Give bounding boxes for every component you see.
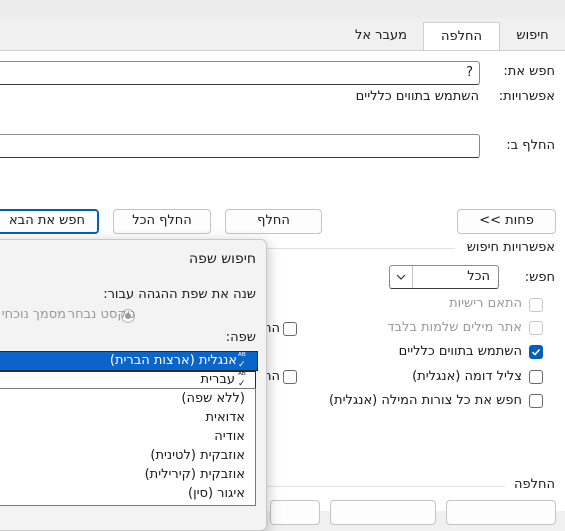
- checkmark-icon: [531, 348, 541, 356]
- tab-goto[interactable]: מעבר אל: [342, 22, 420, 50]
- wildcards-label: השתמש בתווים כלליים: [398, 344, 522, 359]
- language-list[interactable]: (ללא שפה) אדואית אודיה אוזבקית (לטינית) …: [0, 388, 256, 506]
- whole-words-label: אתר מילים שלמות בלבד: [387, 320, 522, 335]
- search-direction-value: הכל: [467, 269, 490, 284]
- list-item[interactable]: אוזבקית (קירילית): [0, 465, 255, 484]
- tab-replace[interactable]: החלפה: [423, 22, 500, 53]
- special-button[interactable]: [330, 500, 436, 525]
- replace-with-input[interactable]: [0, 134, 480, 158]
- replace-section-divider: [265, 486, 505, 487]
- wildcards-checkbox[interactable]: [529, 345, 543, 359]
- partial-checkbox-2[interactable]: [283, 370, 297, 384]
- match-case-label: התאם רישיות: [449, 296, 522, 311]
- language-dialog: חיפוש שפה שנה את שפת ההגהה עבור: טקסט נב…: [0, 239, 267, 531]
- selected-language-box[interactable]: אנגלית (ארצות הברית) ᴬᴮ ✓: [0, 351, 258, 371]
- chevron-down-icon: [390, 266, 413, 288]
- list-item[interactable]: אדואית: [0, 408, 255, 427]
- language-dialog-title: חיפוש שפה: [188, 251, 256, 267]
- search-options-divider: [265, 248, 455, 249]
- radio-selected-text-label: טקסט נבחר: [67, 307, 135, 322]
- partial-checkbox-1[interactable]: [283, 322, 297, 336]
- tab-find[interactable]: חיפוש: [500, 22, 565, 50]
- replace-with-label: החלף ב:: [506, 138, 555, 153]
- options-label: אפשרויות:: [498, 89, 555, 104]
- find-what-label: חפש את:: [503, 64, 555, 79]
- find-next-button[interactable]: חפש את הבא: [0, 209, 99, 234]
- spell-check-icon: ᴬᴮ ✓: [238, 352, 246, 370]
- sounds-like-checkbox[interactable]: [529, 370, 543, 384]
- sounds-like-label: צליל דומה (אנגלית): [412, 369, 522, 384]
- second-language-box[interactable]: עברית ᴬᴮ ✓: [0, 371, 256, 389]
- language-label: שפה:: [225, 330, 256, 345]
- no-formatting-button[interactable]: [270, 500, 320, 525]
- proofing-direction-label: שנה את שפת ההגהה עבור:: [103, 287, 256, 302]
- selected-language-text: אנגלית (ארצות הברית): [109, 353, 237, 368]
- match-case-checkbox[interactable]: [529, 298, 543, 312]
- search-options-header: אפשרויות חיפוש: [466, 240, 555, 255]
- radio-current-doc-label: מסמך נוכחי: [1, 307, 66, 322]
- window-title-strip: [0, 0, 565, 18]
- list-item[interactable]: (ללא שפה): [0, 389, 255, 408]
- replace-section-header: החלפה: [514, 477, 555, 492]
- all-word-forms-checkbox[interactable]: [529, 394, 543, 408]
- whole-words-checkbox[interactable]: [529, 321, 543, 335]
- format-button[interactable]: [446, 500, 556, 525]
- spell-check-icon-2: ᴬᴮ ✓: [238, 371, 246, 389]
- find-what-input[interactable]: ?: [0, 61, 480, 85]
- list-item[interactable]: אוזבקית (לטינית): [0, 446, 255, 465]
- search-direction-select[interactable]: הכל: [389, 265, 499, 289]
- search-direction-label: חפש:: [524, 270, 555, 285]
- second-language-text: עברית: [200, 372, 235, 387]
- list-item[interactable]: איגור (סין): [0, 484, 255, 503]
- options-value: השתמש בתווים כלליים: [355, 89, 479, 104]
- list-item[interactable]: אודיה: [0, 427, 255, 446]
- less-button[interactable]: << פחות: [457, 209, 556, 234]
- replace-all-button[interactable]: החלף הכל: [113, 209, 211, 234]
- all-word-forms-label: חפש את כל צורות המילה (אנגלית): [328, 393, 522, 408]
- replace-button[interactable]: החלף: [225, 209, 322, 234]
